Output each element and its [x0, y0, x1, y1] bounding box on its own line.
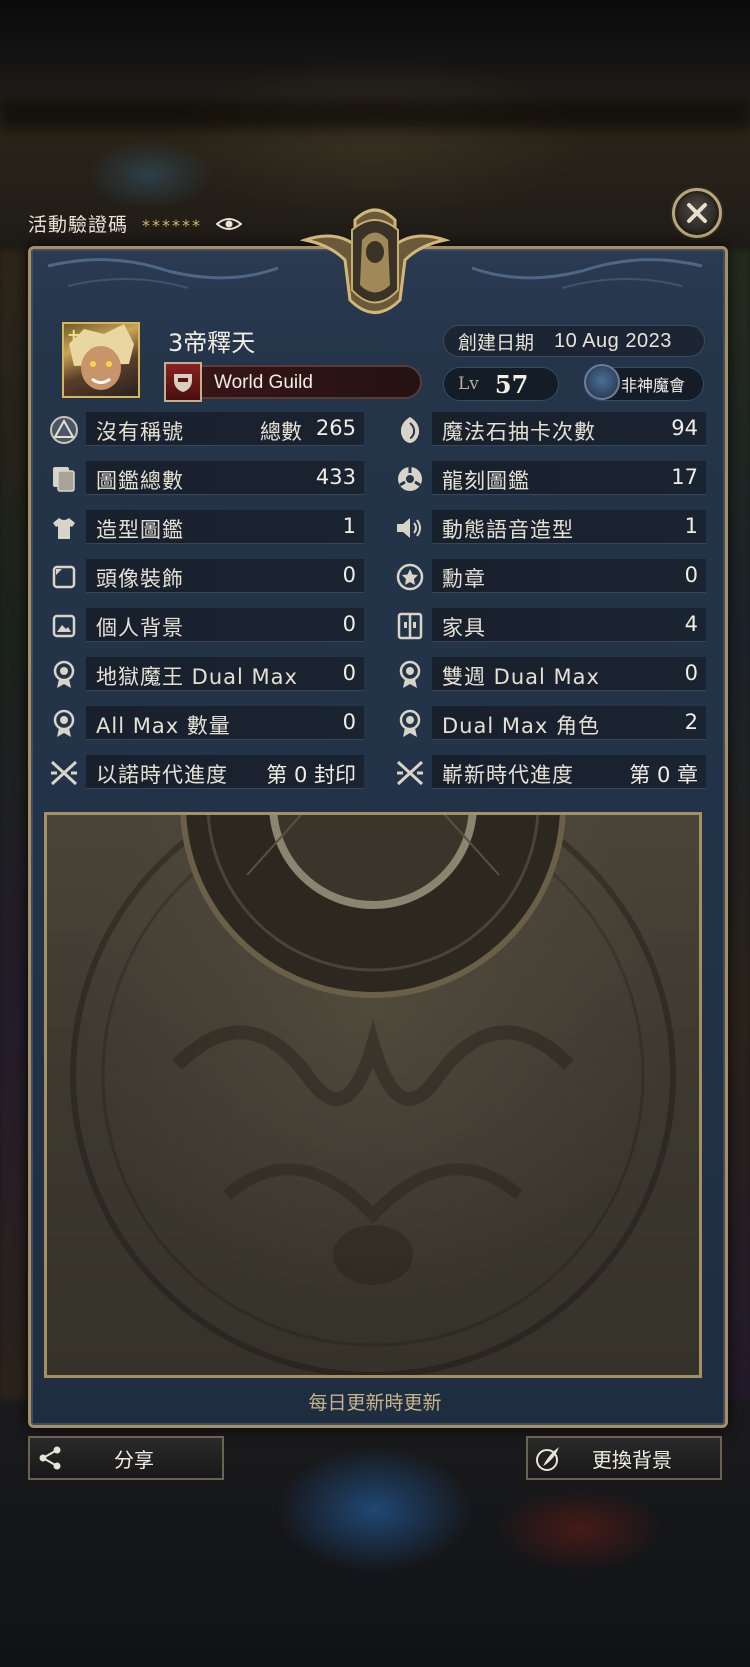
stat-value: 0 [684, 661, 698, 685]
activity-code-row: 活動驗證碼 ****** [28, 210, 243, 237]
stat-value: 0 [342, 710, 356, 734]
stat-value: 第 0 章 [629, 763, 698, 787]
player-avatar[interactable]: + [62, 322, 140, 398]
avatar-frame-icon [48, 561, 80, 593]
stat-label: 個人背景 [96, 616, 184, 640]
stat-label: 地獄魔王 Dual Max [96, 665, 298, 689]
stat-label: 家具 [442, 616, 486, 640]
player-name: 3帝釋天 [168, 329, 256, 357]
stat-row-biweekly-dual-max: 雙週 Dual Max 0 [394, 657, 706, 693]
level-value: 57 [494, 369, 529, 399]
stat-row-furniture: 家具 4 [394, 608, 706, 644]
stat-value: 433 [315, 465, 356, 489]
stat-label: All Max 數量 [96, 714, 231, 738]
cards-icon [48, 463, 80, 495]
share-button[interactable]: 分享 [28, 1436, 224, 1480]
stat-value: 1 [684, 514, 698, 538]
stat-row-dragon-collection: 龍刻圖鑑 17 [394, 461, 706, 497]
medal-icon [394, 708, 426, 740]
god-status-text: 非神魔會 [621, 376, 686, 395]
daily-update-note: 每日更新時更新 [308, 1392, 442, 1414]
close-icon [687, 203, 707, 223]
magic-circle-emblem [70, 815, 676, 1375]
medal-icon [48, 708, 80, 740]
crossed-swords-icon [394, 757, 426, 789]
stat-value: 4 [684, 612, 698, 636]
stat-total-label: 總數 [260, 420, 302, 444]
stat-row-costume: 造型圖鑑 1 [48, 510, 364, 546]
stat-value: 第 0 封印 [266, 763, 356, 787]
eye-icon[interactable] [215, 216, 243, 232]
guild-emblem-icon [164, 362, 202, 402]
stat-label: 頭像裝飾 [96, 567, 184, 591]
stat-value: 0 [342, 563, 356, 587]
creation-date-label: 創建日期 [458, 331, 535, 354]
stat-value: 0 [342, 661, 356, 685]
level-pill: Lv 57 [443, 367, 559, 401]
stat-row-hell-dual-max: 地獄魔王 Dual Max 0 [48, 657, 364, 693]
stat-label: Dual Max 角色 [442, 714, 600, 738]
background-side-left [0, 250, 28, 1400]
stat-label: 龍刻圖鑑 [442, 469, 530, 493]
crossed-swords-icon [48, 757, 80, 789]
change-background-label: 更換背景 [592, 1447, 672, 1472]
stat-row-background: 個人背景 0 [48, 608, 364, 644]
creation-date-value: 10 Aug 2023 [554, 329, 672, 352]
dragon-emblem-icon [394, 463, 426, 495]
activity-code-value: ****** [142, 216, 203, 235]
personal-background-preview [44, 812, 702, 1378]
stat-label: 動態語音造型 [442, 518, 574, 542]
stat-value: 94 [671, 416, 698, 440]
stat-value: 1 [342, 514, 356, 538]
stat-label: 以諾時代進度 [96, 763, 228, 787]
plus-icon: + [67, 325, 81, 344]
guild-name: World Guild [214, 372, 313, 393]
magic-stone-icon [394, 414, 426, 446]
god-status-icon [584, 364, 620, 400]
stat-value: 265 [315, 416, 356, 440]
level-label: Lv [458, 374, 479, 394]
speaker-icon [394, 512, 426, 544]
share-icon [30, 1445, 70, 1471]
stat-label: 沒有稱號 [96, 420, 184, 444]
stat-row-enoch-progress: 以諾時代進度 第 0 封印 [48, 755, 364, 791]
stat-label: 圖鑑總數 [96, 469, 184, 493]
picture-icon [48, 610, 80, 642]
stat-row-all-max: All Max 數量 0 [48, 706, 364, 742]
quill-icon [528, 1444, 568, 1472]
share-label: 分享 [114, 1447, 154, 1472]
stat-label: 造型圖鑑 [96, 518, 184, 542]
close-button[interactable] [672, 188, 722, 238]
stat-label: 勳章 [442, 567, 486, 591]
background-shade [0, 100, 750, 130]
creation-date-pill: 創建日期 10 Aug 2023 [443, 325, 705, 357]
hooded-figure-crest [300, 208, 450, 314]
shirt-icon [48, 512, 80, 544]
stat-value: 17 [671, 465, 698, 489]
stat-row-avatar-frame: 頭像裝飾 0 [48, 559, 364, 595]
stat-row-new-era-progress: 嶄新時代進度 第 0 章 [394, 755, 706, 791]
stat-row-dual-max-characters: Dual Max 角色 2 [394, 706, 706, 742]
change-background-button[interactable]: 更換背景 [526, 1436, 722, 1480]
medal-icon [48, 659, 80, 691]
stat-value: 2 [684, 710, 698, 734]
star-badge-icon [394, 561, 426, 593]
furniture-icon [394, 610, 426, 642]
triangle-emblem-icon [48, 414, 80, 446]
activity-code-label: 活動驗證碼 [28, 214, 129, 236]
stat-row-collection: 圖鑑總數 433 [48, 461, 364, 497]
stat-value: 0 [684, 563, 698, 587]
stat-row-medal: 勳章 0 [394, 559, 706, 595]
stat-label: 雙週 Dual Max [442, 665, 600, 689]
stat-row-magic-stone-draws: 魔法石抽卡次數 94 [394, 412, 706, 448]
stat-value: 0 [342, 612, 356, 636]
stat-label: 魔法石抽卡次數 [442, 420, 596, 444]
stat-label: 嶄新時代進度 [442, 763, 574, 787]
stat-row-title[interactable]: 沒有稱號 總數 265 [48, 412, 364, 448]
stat-row-voice-costume: 動態語音造型 1 [394, 510, 706, 546]
medal-icon [394, 659, 426, 691]
